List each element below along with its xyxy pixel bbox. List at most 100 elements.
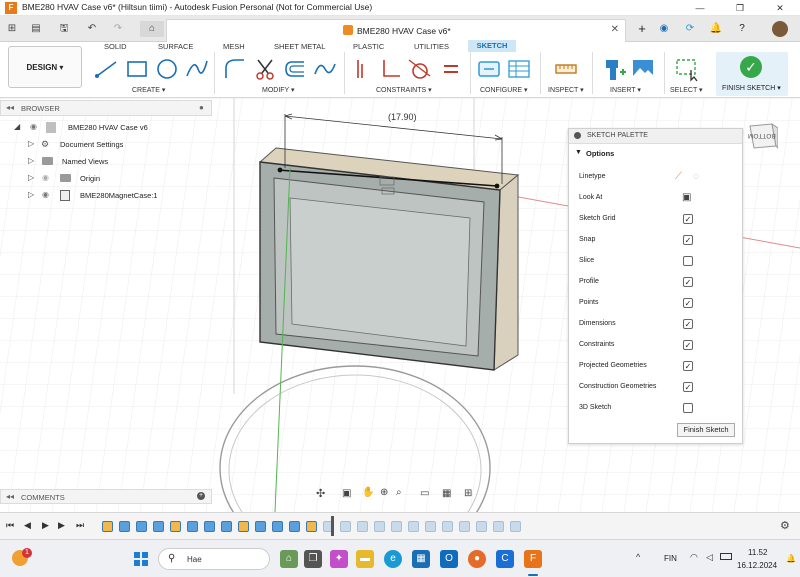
comments-panel[interactable]: ◂◂ COMMENTS + <box>0 489 212 504</box>
clock-time[interactable]: 11.52 <box>748 548 767 557</box>
insert-menu[interactable]: INSERT ▾ <box>610 86 641 94</box>
expand-icon[interactable]: ▷ <box>28 156 34 165</box>
timeline-feature-icon[interactable] <box>340 521 351 532</box>
palette-option-linetype[interactable]: Linetype ⟋ ◌ <box>579 167 739 187</box>
timeline-settings-icon[interactable]: ⚙ <box>780 519 790 532</box>
timeline-feature-icon[interactable] <box>255 521 266 532</box>
palette-option-3d-sketch[interactable]: 3D Sketch <box>579 398 739 418</box>
coincident-constraint-icon[interactable] <box>350 56 376 82</box>
timeline-marker[interactable] <box>331 516 334 536</box>
palette-option-points[interactable]: Points ✓ <box>579 293 739 313</box>
tab-solid[interactable]: SOLID <box>104 42 127 51</box>
collapse-icon[interactable]: ◂◂ <box>6 492 14 501</box>
checkbox[interactable]: ✓ <box>683 382 693 392</box>
browser-item-component[interactable]: ▷ ◉ BME280MagnetCase:1 <box>0 188 212 204</box>
checkbox[interactable]: ✓ <box>683 214 693 224</box>
timeline-feature-icon[interactable] <box>306 521 317 532</box>
collapse-icon[interactable]: ▼ <box>575 149 582 156</box>
configure-table-icon[interactable] <box>506 56 532 82</box>
outlook-icon[interactable]: O <box>440 550 458 568</box>
timeline-feature-icon[interactable] <box>391 521 402 532</box>
viewcube[interactable]: BOTTOM <box>746 120 779 152</box>
palette-option-profile[interactable]: Profile ✓ <box>579 272 739 292</box>
timeline-feature-icon[interactable] <box>493 521 504 532</box>
timeline-feature-icon[interactable] <box>204 521 215 532</box>
dimension-label[interactable]: (17.90) <box>388 112 417 122</box>
select-menu[interactable]: SELECT ▾ <box>670 86 703 94</box>
perpendicular-constraint-icon[interactable] <box>378 56 404 82</box>
timeline-feature-icon[interactable] <box>374 521 385 532</box>
linetype-construction-icon[interactable]: ⟋ <box>675 171 682 182</box>
timeline-feature-icon[interactable] <box>238 521 249 532</box>
add-comment-icon[interactable]: + <box>197 492 205 500</box>
help-icon[interactable]: ? <box>734 21 750 37</box>
pan-icon[interactable]: ✋ <box>362 487 374 498</box>
checkbox[interactable] <box>683 403 693 413</box>
browser-item-document-settings[interactable]: ▷ ⚙ Document Settings <box>0 137 212 153</box>
palette-option-look-at[interactable]: Look At ▣ <box>579 188 739 208</box>
extensions-icon[interactable]: ◉ <box>656 21 672 37</box>
timeline-feature-icon[interactable] <box>102 521 113 532</box>
browser-header[interactable]: ◂◂ BROWSER ● <box>0 100 212 116</box>
palette-option-slice[interactable]: Slice <box>579 251 739 271</box>
tab-sketch[interactable]: SKETCH <box>468 40 516 52</box>
checkbox[interactable]: ✓ <box>683 340 693 350</box>
widgets-icon[interactable]: ⌂ <box>280 550 298 568</box>
palette-option-sketch-grid[interactable]: Sketch Grid ✓ <box>579 209 739 229</box>
finish-sketch-palette-button[interactable]: Finish Sketch <box>677 423 735 437</box>
tab-utilities[interactable]: UTILITIES <box>414 42 449 51</box>
configure-icon[interactable] <box>476 56 502 82</box>
undo-icon[interactable]: ↶ <box>84 21 100 37</box>
line-tool-icon[interactable] <box>94 56 120 82</box>
home-icon[interactable]: ⌂ <box>140 21 164 37</box>
go-to-end-icon[interactable]: ⏭ <box>76 520 84 531</box>
copilot-icon[interactable]: ✦ <box>330 550 348 568</box>
minimize-button[interactable]: — <box>680 0 720 16</box>
browser-item-root[interactable]: ◢ ◉ BME280 HVAV Case v6 <box>0 120 212 136</box>
timeline-feature-icon[interactable] <box>187 521 198 532</box>
go-to-start-icon[interactable]: ⏮ <box>6 520 14 531</box>
visibility-icon[interactable]: ◉ <box>30 122 37 131</box>
offset-tool-icon[interactable] <box>282 56 308 82</box>
tab-surface[interactable]: SURFACE <box>158 42 193 51</box>
measure-icon[interactable] <box>553 56 579 82</box>
close-tab-icon[interactable]: ✕ <box>611 24 619 35</box>
rectangle-tool-icon[interactable] <box>124 56 150 82</box>
fusion-taskbar-icon[interactable]: F <box>524 550 542 568</box>
language-indicator[interactable]: FIN <box>664 554 677 563</box>
equal-constraint-icon[interactable] <box>438 56 464 82</box>
chevron-up-icon[interactable]: ^ <box>636 552 640 562</box>
expand-icon[interactable]: ◢ <box>14 122 20 131</box>
timeline-feature-icon[interactable] <box>476 521 487 532</box>
modify-menu[interactable]: MODIFY ▾ <box>262 86 295 94</box>
tab-plastic[interactable]: PLASTIC <box>353 42 384 51</box>
curve-tool-icon[interactable] <box>312 56 338 82</box>
timeline-feature-icon[interactable] <box>170 521 181 532</box>
clock-date[interactable]: 16.12.2024 <box>737 561 777 570</box>
battery-icon[interactable] <box>720 553 732 560</box>
palette-option-dimensions[interactable]: Dimensions ✓ <box>579 314 739 334</box>
timeline-feature-icon[interactable] <box>119 521 130 532</box>
fit-icon[interactable]: ⌕ <box>396 487 402 498</box>
insert-derive-icon[interactable] <box>602 56 628 82</box>
timeline-feature-icon[interactable] <box>459 521 470 532</box>
visibility-icon[interactable]: ◉ <box>42 190 49 199</box>
checkbox[interactable]: ✓ <box>683 277 693 287</box>
pin-icon[interactable] <box>574 132 581 139</box>
new-tab-icon[interactable]: + <box>634 21 650 37</box>
grid-menu-icon[interactable]: ⊞ <box>4 21 20 37</box>
select-icon[interactable] <box>674 56 700 82</box>
store-icon[interactable]: ▦ <box>412 550 430 568</box>
step-forward-icon[interactable]: ▶ <box>58 520 65 531</box>
insert-image-icon[interactable] <box>630 56 656 82</box>
tab-mesh[interactable]: MESH <box>223 42 245 51</box>
palette-option-construction-geometries[interactable]: Construction Geometries ✓ <box>579 377 739 397</box>
checkbox[interactable]: ✓ <box>683 298 693 308</box>
timeline-feature-icon[interactable] <box>136 521 147 532</box>
timeline-feature-icon[interactable] <box>442 521 453 532</box>
browser-item-origin[interactable]: ▷ ◉ Origin <box>0 171 212 187</box>
timeline-feature-icon[interactable] <box>357 521 368 532</box>
orbit-icon[interactable]: ✣ <box>316 487 325 500</box>
spline-tool-icon[interactable] <box>184 56 210 82</box>
timeline-feature-icon[interactable] <box>153 521 164 532</box>
